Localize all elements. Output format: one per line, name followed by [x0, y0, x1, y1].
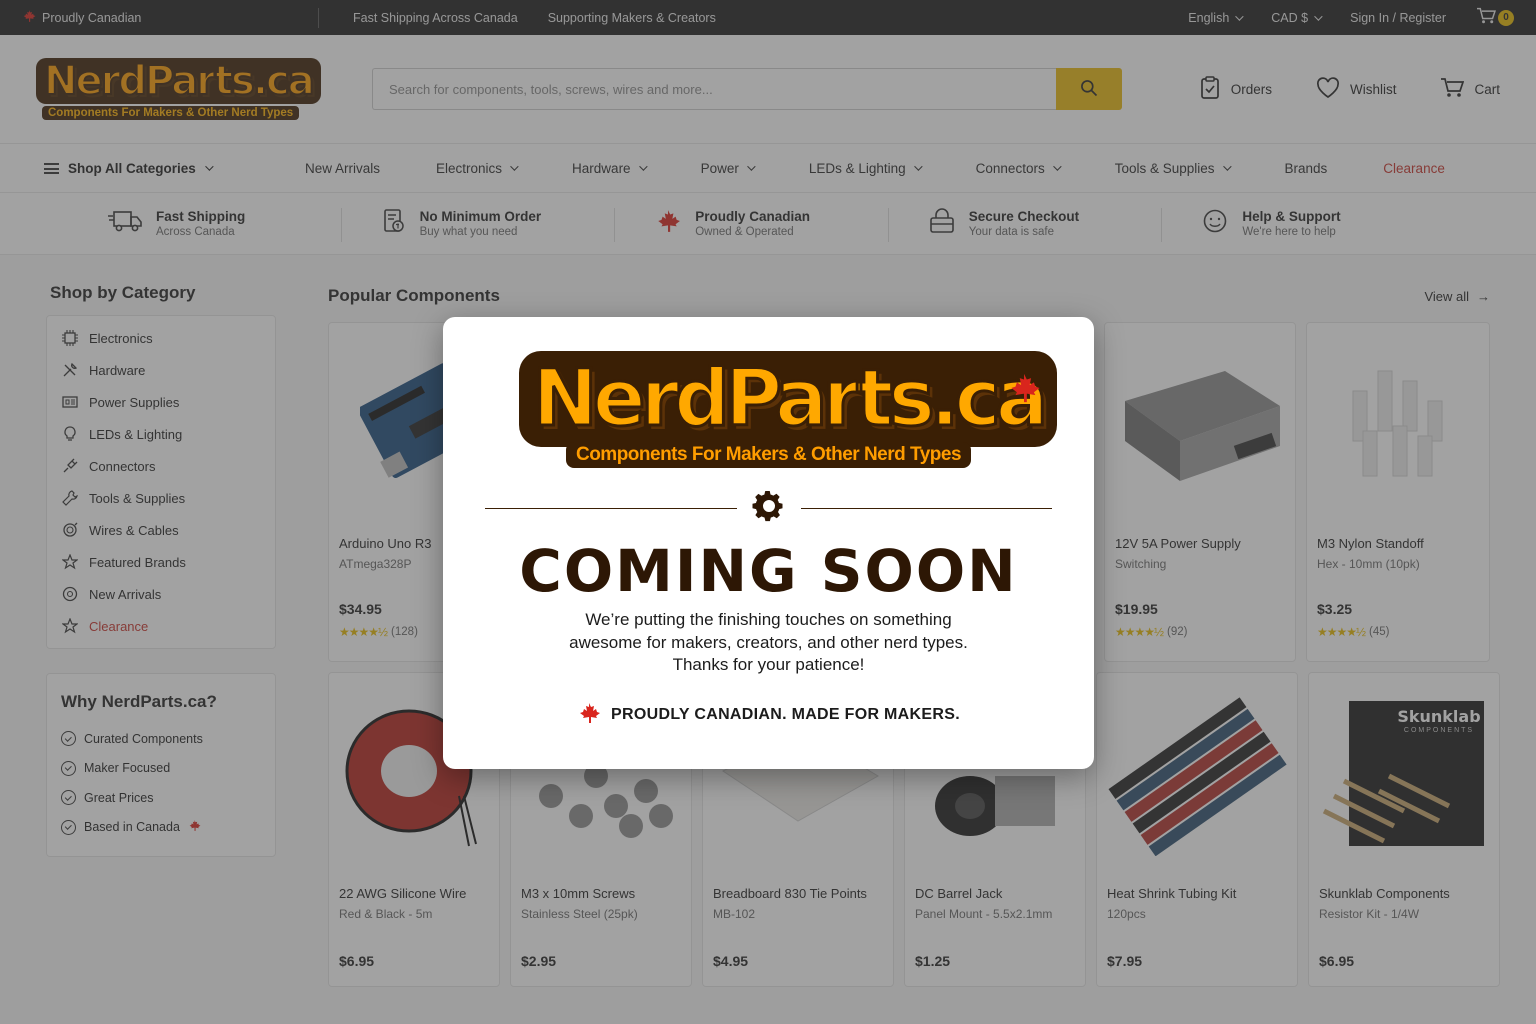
- maple-leaf-icon: [1007, 371, 1041, 410]
- modal-message-line-2: awesome for makers, creators, and other …: [569, 632, 968, 652]
- modal-divider: [485, 488, 1052, 529]
- proudly-canadian-tagline: PROUDLY CANADIAN. MADE FOR MAKERS.: [611, 706, 960, 723]
- modal-message-line-1: We’re putting the finishing touches on s…: [585, 610, 952, 629]
- modal-logo: NerdParts.ca Components For Makers & Oth…: [518, 351, 1058, 468]
- modal-message-line-3: Thanks for your patience!: [672, 655, 865, 674]
- modal-logo-tagline: Components For Makers & Other Nerd Types: [565, 442, 972, 468]
- proudly-canadian-footer: PROUDLY CANADIAN. MADE FOR MAKERS.: [443, 701, 1094, 730]
- maple-leaf-icon: [577, 701, 601, 730]
- modal-logo-wordmark: NerdParts.ca: [518, 351, 1058, 447]
- modal-heading: COMING SOON: [519, 537, 1018, 605]
- coming-soon-modal: NerdParts.ca Components For Makers & Oth…: [443, 317, 1094, 769]
- gear-icon: [751, 488, 787, 529]
